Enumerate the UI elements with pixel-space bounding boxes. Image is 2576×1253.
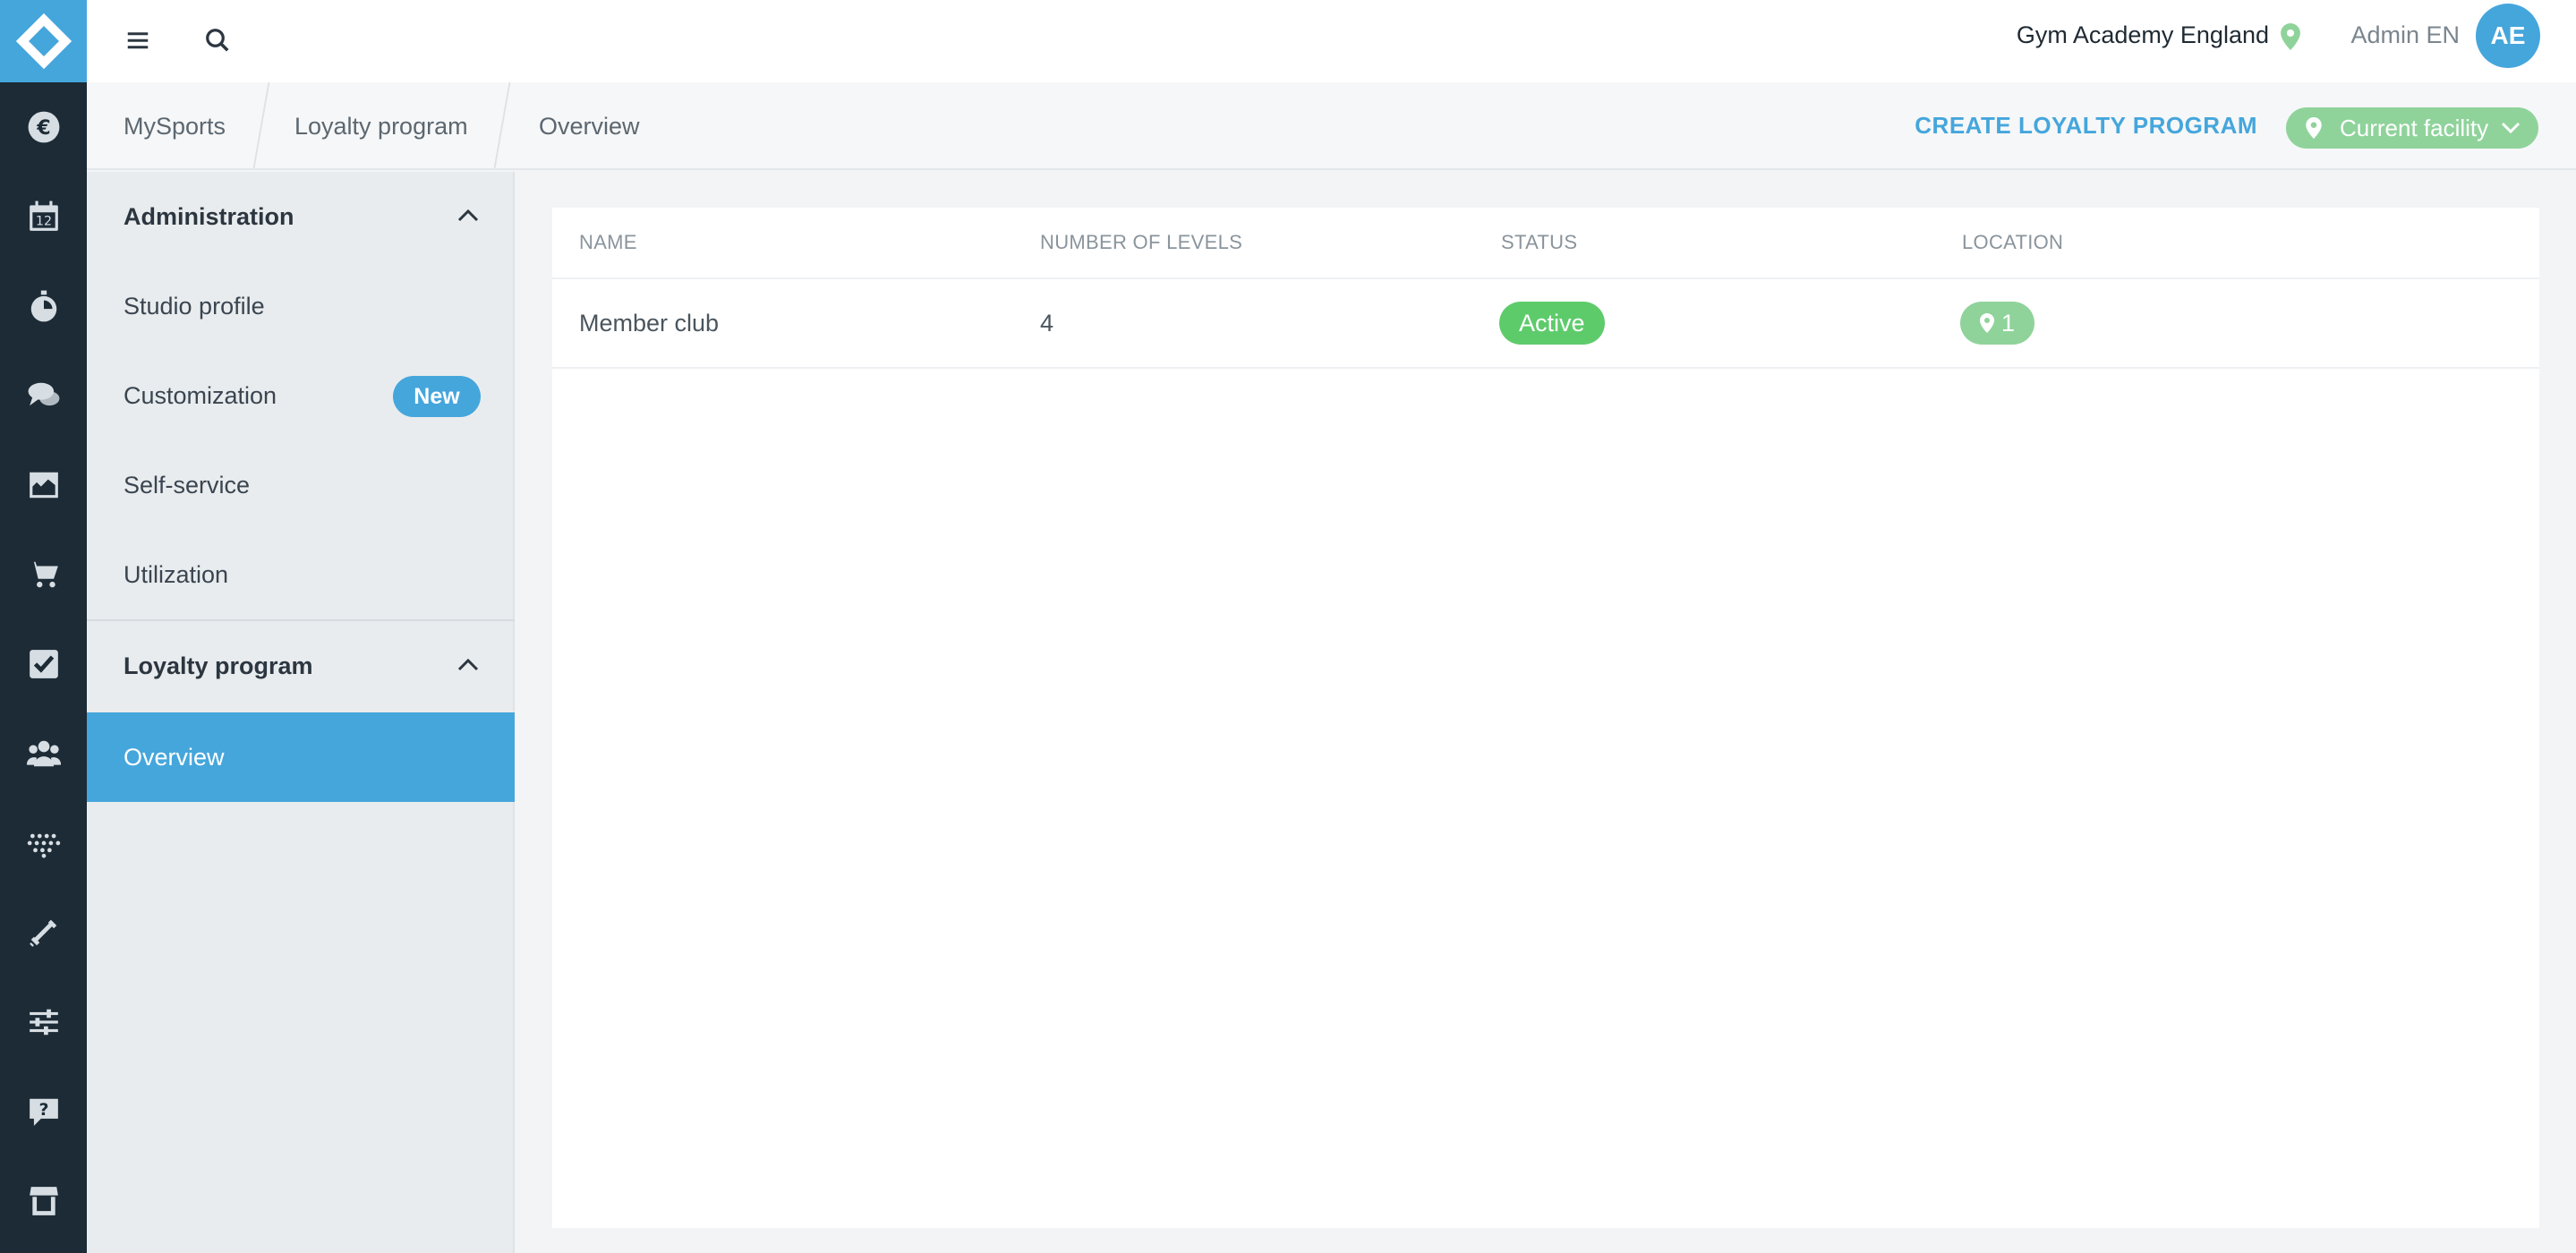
- column-header-name[interactable]: NAME: [579, 231, 637, 254]
- users-icon: [26, 740, 61, 767]
- rail-messages[interactable]: [0, 351, 87, 440]
- breadcrumb-separator: [493, 82, 511, 168]
- rail-store[interactable]: [0, 1156, 87, 1246]
- app-logo[interactable]: [0, 0, 87, 82]
- rail-settings[interactable]: [0, 977, 87, 1067]
- breadcrumb-item-mysports[interactable]: MySports: [124, 113, 226, 141]
- sidebar-item-label: Studio profile: [124, 293, 265, 320]
- svg-text:12: 12: [35, 215, 51, 229]
- sidebar-item-label: Self-service: [124, 472, 251, 499]
- rail-tasks[interactable]: [0, 619, 87, 709]
- rail-help[interactable]: ?: [0, 1067, 87, 1156]
- sidebar-section-title: Loyalty program: [124, 652, 313, 679]
- sidebar-section-title: Administration: [124, 203, 294, 230]
- sidebar-item-self-service[interactable]: Self-service: [87, 440, 515, 530]
- sidebar-item-customization[interactable]: Customization New: [87, 351, 515, 440]
- table-row[interactable]: Member club 4 Active 1: [552, 279, 2539, 369]
- store-icon: [29, 1187, 58, 1215]
- avatar[interactable]: AE: [2476, 4, 2540, 68]
- sidebar-section-loyalty-program[interactable]: Loyalty program: [87, 621, 515, 711]
- rail-calendar[interactable]: 12: [0, 172, 87, 261]
- new-badge: New: [393, 376, 481, 417]
- column-header-status[interactable]: STATUS: [1501, 231, 1577, 254]
- cell-levels: 4: [1040, 310, 1054, 337]
- stopwatch-icon: [30, 290, 56, 322]
- rail-members[interactable]: [0, 709, 87, 798]
- rail-shop[interactable]: [0, 530, 87, 619]
- rail-reports[interactable]: [0, 440, 87, 530]
- sidebar-item-label: Overview: [124, 744, 225, 771]
- sidebar-section-administration[interactable]: Administration: [87, 172, 515, 261]
- search-button[interactable]: [195, 18, 240, 63]
- rail-timer[interactable]: [0, 261, 87, 351]
- logo-icon: [15, 13, 72, 70]
- map-pin-icon: [2281, 23, 2300, 50]
- location-badge[interactable]: 1: [1960, 302, 2035, 345]
- map-pin-icon: [2306, 117, 2322, 139]
- sidebar-item-utilization[interactable]: Utilization: [87, 530, 515, 619]
- rail-training[interactable]: [0, 888, 87, 977]
- facility-filter-dropdown[interactable]: Current facility: [2286, 107, 2538, 149]
- cell-name: Member club: [579, 310, 720, 337]
- user-name[interactable]: Admin EN: [2350, 21, 2460, 49]
- checkbox-icon: [29, 650, 58, 678]
- rail-devices[interactable]: [0, 798, 87, 888]
- calendar-icon: 12: [29, 200, 58, 231]
- chevron-up-icon: [457, 659, 479, 671]
- menu-toggle-button[interactable]: [115, 18, 160, 63]
- map-pin-icon: [1980, 313, 1994, 333]
- search-icon: [206, 29, 229, 52]
- column-header-location[interactable]: LOCATION: [1962, 231, 2063, 254]
- chevron-up-icon: [457, 209, 479, 222]
- breadcrumb-item-overview: Overview: [539, 113, 640, 140]
- top-bar: Gym Academy England Admin EN AE: [87, 0, 2576, 82]
- status-badge: Active: [1499, 302, 1605, 345]
- dumbbell-icon: [29, 919, 56, 947]
- breadcrumb-separator: [252, 82, 270, 168]
- facility-name[interactable]: Gym Academy England: [2017, 21, 2269, 49]
- facility-filter-label: Current facility: [2340, 114, 2489, 141]
- settings-sidebar: Administration Studio profile Customizat…: [87, 172, 515, 1253]
- chevron-down-icon: [2502, 122, 2521, 134]
- location-count: 1: [2001, 309, 2016, 337]
- svg-text:€: €: [36, 116, 50, 140]
- loyalty-programs-table: NAME NUMBER OF LEVELS STATUS LOCATION Me…: [552, 208, 2539, 1228]
- create-loyalty-program-button[interactable]: CREATE LOYALTY PROGRAM: [1915, 112, 2257, 140]
- cart-icon: [28, 561, 58, 588]
- sidebar-item-studio-profile[interactable]: Studio profile: [87, 261, 515, 351]
- breadcrumb-item-loyalty-program[interactable]: Loyalty program: [294, 113, 468, 141]
- breadcrumb: MySports Loyalty program Overview CREATE…: [87, 82, 2576, 170]
- sidebar-item-label: Customization: [124, 382, 277, 409]
- svg-text:?: ?: [38, 1100, 48, 1120]
- hamburger-icon: [127, 32, 149, 49]
- dots-grid-icon: [27, 833, 60, 858]
- rail-finance[interactable]: €: [0, 82, 87, 172]
- euro-icon: €: [28, 111, 59, 143]
- chart-icon: [29, 472, 58, 499]
- icon-rail: € 12 ?: [0, 0, 87, 1253]
- sliders-icon: [29, 1009, 58, 1036]
- sidebar-item-overview[interactable]: Overview: [87, 712, 515, 802]
- chat-icon: [28, 382, 59, 406]
- sidebar-item-label: Utilization: [124, 561, 229, 588]
- help-icon: ?: [29, 1098, 58, 1126]
- column-header-levels[interactable]: NUMBER OF LEVELS: [1040, 231, 1242, 254]
